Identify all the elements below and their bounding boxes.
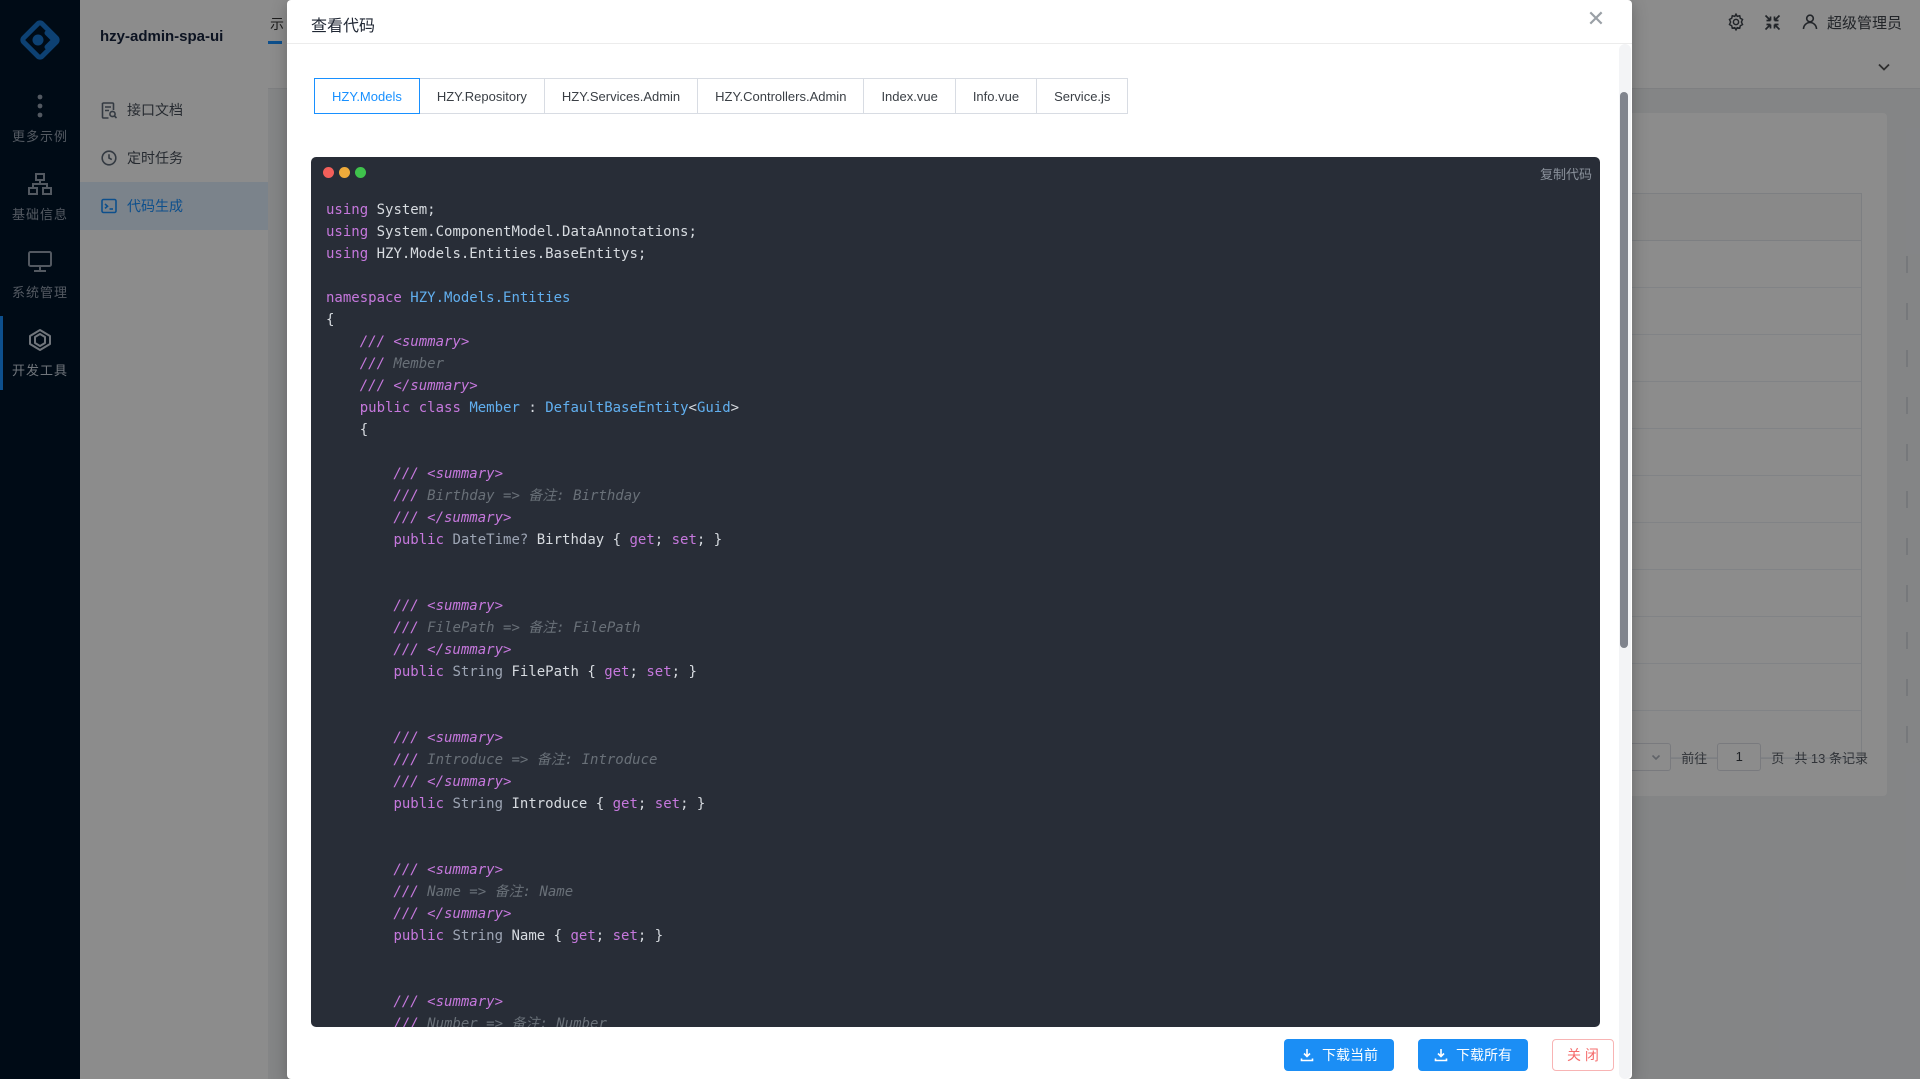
tab-hzy-models[interactable]: HZY.Models [314,78,420,114]
download-all-button[interactable]: 下载所有 [1418,1039,1528,1071]
modal-scrollbar-thumb[interactable] [1620,92,1628,648]
modal-title: 查看代码 [311,12,375,36]
download-icon [1300,1048,1314,1062]
code-editor-topbar: 复制代码 [311,157,1600,187]
tab-hzy-repository[interactable]: HZY.Repository [419,78,545,114]
tab-hzy-controllers-admin[interactable]: HZY.Controllers.Admin [697,78,864,114]
view-code-modal: 查看代码 ✕ HZY.Models HZY.Repository HZY.Ser… [287,0,1632,1079]
app-root: 更多示例 基础信息 系统管理 [0,0,1920,1079]
download-all-label: 下载所有 [1456,1045,1512,1065]
modal-footer: 下载当前 下载所有 关 闭 [1284,1039,1614,1071]
tab-info-vue[interactable]: Info.vue [955,78,1037,114]
modal-header: 查看代码 ✕ [287,0,1632,44]
code-content: using System;using System.ComponentModel… [311,187,1600,1027]
window-dots-icon [323,167,366,178]
code-editor-block: 复制代码 using System;using System.Component… [311,157,1600,1027]
modal-scrollbar-track[interactable] [1619,44,1631,1079]
download-icon [1434,1048,1448,1062]
tab-index-vue[interactable]: Index.vue [863,78,955,114]
yellow-dot-icon [339,167,350,178]
download-current-button[interactable]: 下载当前 [1284,1039,1394,1071]
red-dot-icon [323,167,334,178]
download-current-label: 下载当前 [1322,1045,1378,1065]
tab-hzy-services-admin[interactable]: HZY.Services.Admin [544,78,698,114]
green-dot-icon [355,167,366,178]
tab-service-js[interactable]: Service.js [1036,78,1128,114]
close-icon[interactable]: ✕ [1584,8,1608,32]
copy-code-button[interactable]: 复制代码 [1540,164,1592,183]
close-button[interactable]: 关 闭 [1552,1039,1614,1071]
code-file-tabs: HZY.Models HZY.Repository HZY.Services.A… [314,78,1128,114]
